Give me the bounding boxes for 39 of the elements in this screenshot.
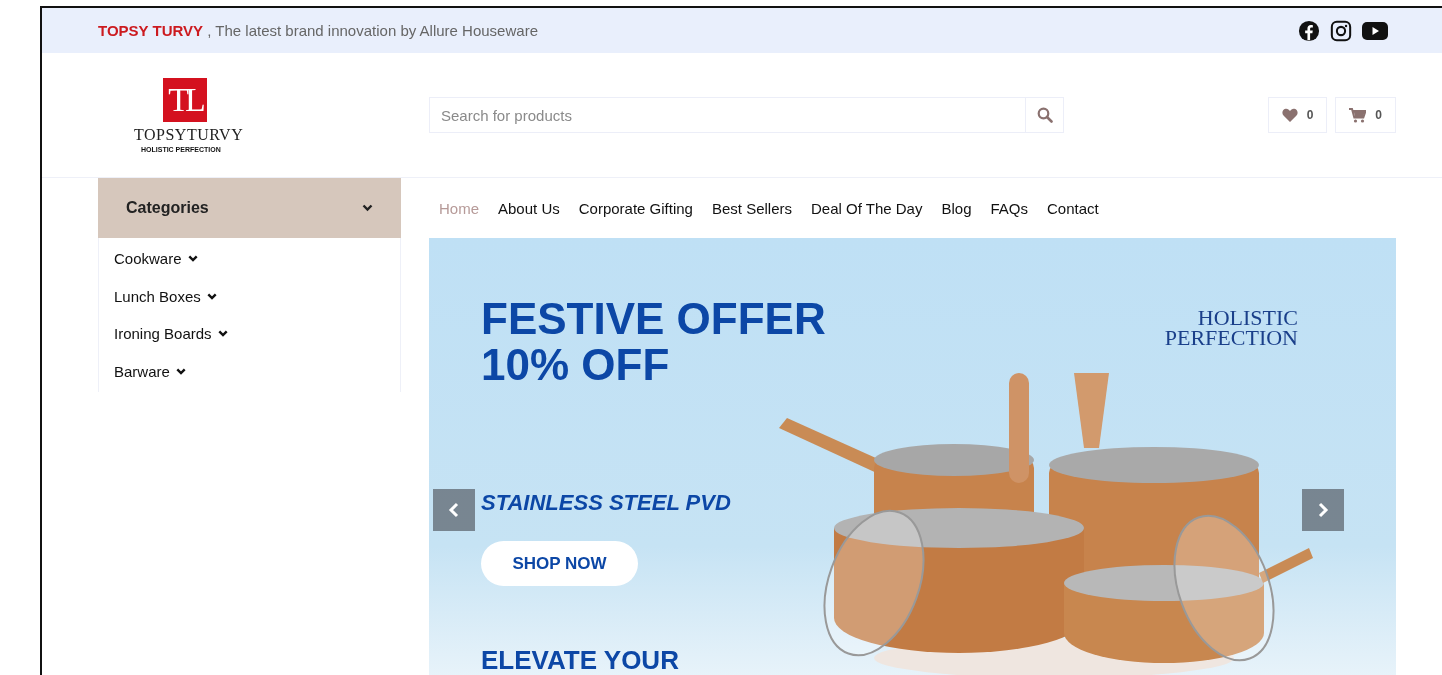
logo-monogram[interactable]: TL xyxy=(163,77,207,122)
search-icon xyxy=(1036,107,1053,123)
wishlist-button[interactable]: 0 xyxy=(1267,97,1328,133)
search-field[interactable]: Search for products xyxy=(429,97,1026,133)
shop-now-button[interactable]: SHOP NOW xyxy=(481,541,638,586)
category-link[interactable]: Ironing Boards xyxy=(99,315,243,353)
chevron-down-icon xyxy=(206,292,217,300)
hero-headline: FESTIVE OFFER xyxy=(481,296,826,342)
facebook-icon[interactable] xyxy=(1298,19,1320,42)
category-link[interactable]: Barware xyxy=(99,352,201,390)
category-link[interactable]: Cookware xyxy=(99,240,213,278)
instagram-icon[interactable] xyxy=(1330,19,1352,42)
nav-link[interactable]: About Us xyxy=(498,199,560,217)
hero-subtitle: STAINLESS STEEL PVD xyxy=(481,490,731,516)
chevron-left-icon xyxy=(448,502,460,518)
hero-badge-text: PERFECTION xyxy=(1164,328,1298,348)
chevron-right-icon xyxy=(1317,502,1329,518)
youtube-icon[interactable] xyxy=(1362,20,1388,41)
nav-link[interactable]: Blog xyxy=(941,199,972,217)
nav-link[interactable]: Contact xyxy=(1047,199,1099,217)
announcement-text: TOPSY TURVY , The latest brand innovation by Allure Houseware xyxy=(98,22,538,39)
chevron-down-icon xyxy=(362,204,373,212)
search-button[interactable] xyxy=(1026,97,1064,133)
logo-name: TOPSYTURVY xyxy=(134,125,244,144)
chevron-down-icon xyxy=(217,330,228,338)
nav-link[interactable]: Corporate Gifting xyxy=(578,199,693,217)
chevron-down-icon xyxy=(175,367,186,375)
chevron-down-icon xyxy=(187,255,198,263)
hero-heading: ELEVATE YOUR xyxy=(481,645,679,675)
cart-icon xyxy=(1349,107,1367,123)
hero-headline: 10% OFF xyxy=(481,342,671,388)
categories-toggle[interactable]: Categories xyxy=(98,178,401,238)
nav-link[interactable]: Best Sellers xyxy=(711,199,792,217)
hero-badge-text: HOLISTIC xyxy=(1196,308,1298,328)
nav-link[interactable]: Deal Of The Day xyxy=(811,199,923,217)
cart-button[interactable]: 0 xyxy=(1335,97,1396,133)
nav-link[interactable]: FAQs xyxy=(990,199,1028,217)
heart-icon xyxy=(1281,108,1298,122)
category-link[interactable]: Lunch Boxes xyxy=(99,277,232,315)
